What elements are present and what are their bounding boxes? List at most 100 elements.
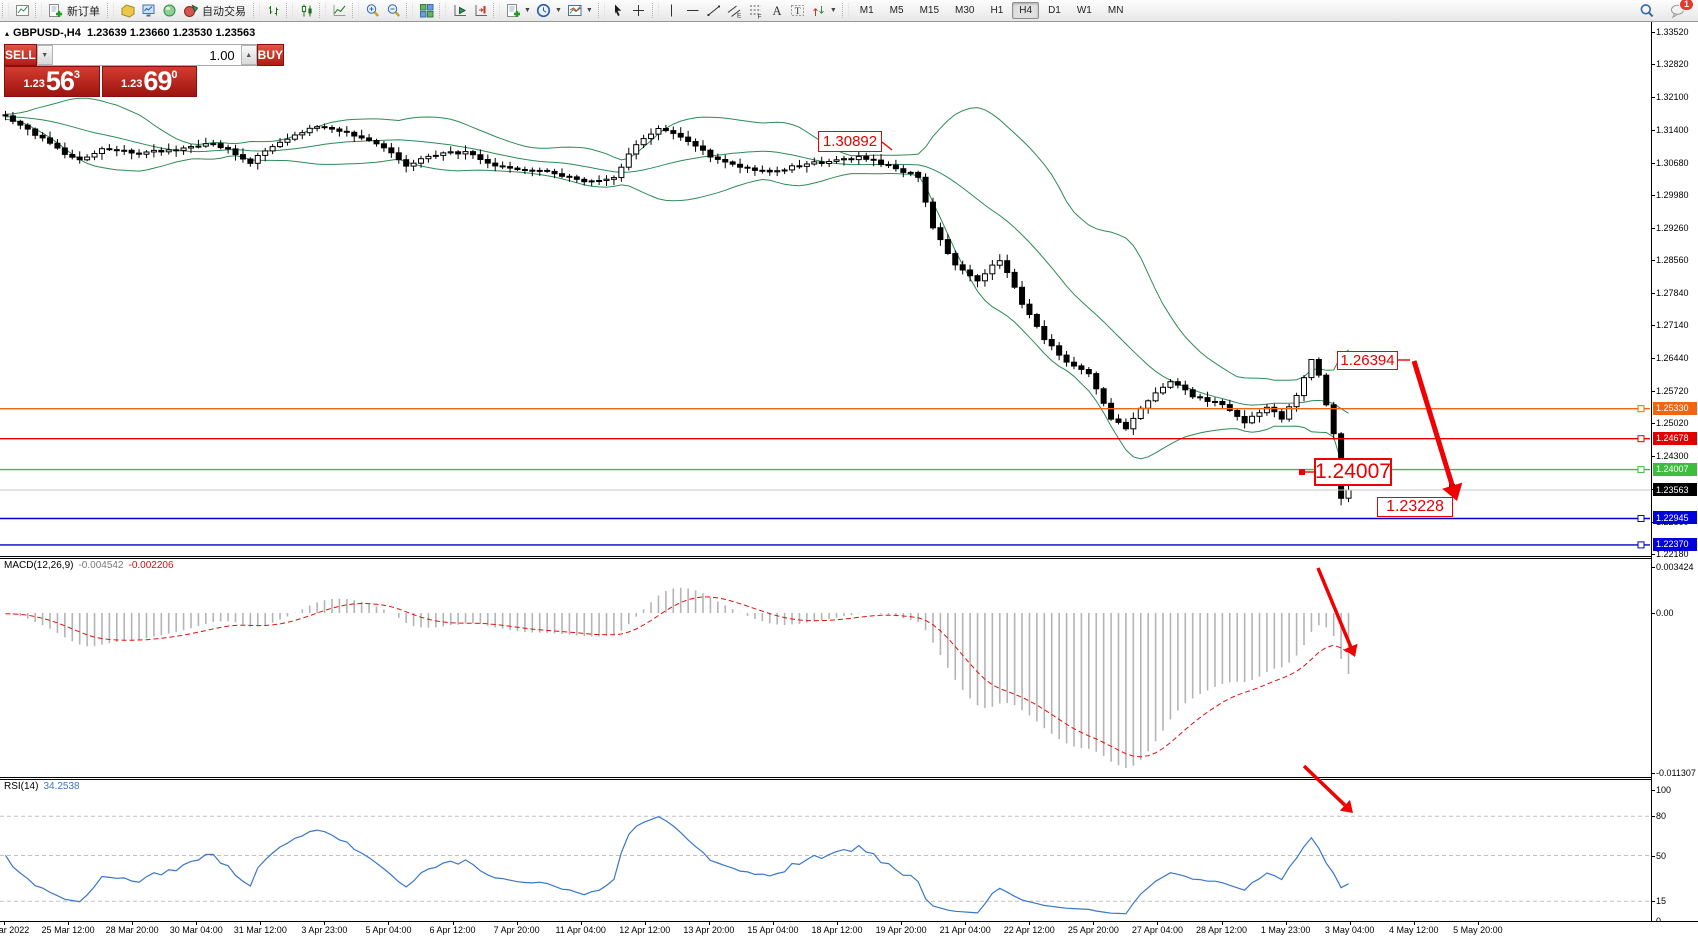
price-axis-tick: 1.27840 <box>1656 288 1689 298</box>
rsi-line <box>6 817 1349 914</box>
rsi-indicator-panel[interactable] <box>0 780 1650 921</box>
sell-price[interactable]: 1.23 56 3 <box>4 66 100 97</box>
vertical-line-icon[interactable] <box>662 1 683 20</box>
cursor-icon[interactable] <box>608 1 629 20</box>
periods-icon-dropdown-caret[interactable]: ▼ <box>555 7 562 14</box>
chat-icon[interactable]: 1 <box>1667 1 1688 20</box>
panel-separator[interactable] <box>0 777 1651 780</box>
rsi-data-window-label: RSI(14)34.2538 <box>4 781 80 792</box>
price-annotation-label[interactable]: 1.30892 <box>818 131 882 152</box>
indicators-icon[interactable] <box>503 1 524 20</box>
time-axis-label: 28 Mar 20:00 <box>106 925 159 935</box>
price-annotation-label[interactable]: 1.26394 <box>1337 351 1398 370</box>
timeframe-button-d1[interactable]: D1 <box>1041 2 1068 19</box>
auto-scroll-icon[interactable] <box>449 1 470 20</box>
text-icon[interactable]: A <box>767 1 788 20</box>
time-axis-label: 5 May 20:00 <box>1453 925 1503 935</box>
toolbar-group-grip <box>35 3 42 18</box>
toolbar-group-grip <box>842 3 849 18</box>
tile-windows-icon[interactable] <box>416 1 437 20</box>
arrows-icon-dropdown-caret[interactable]: ▼ <box>830 7 837 14</box>
buy-price-prefix: 1.23 <box>121 78 142 90</box>
time-axis-label: 24 Mar 2022 <box>0 925 29 935</box>
volume-decrease-button[interactable]: ▼ <box>37 45 53 65</box>
time-axis-label: 21 Apr 04:00 <box>940 925 991 935</box>
timeframe-button-m1[interactable]: M1 <box>853 2 881 19</box>
candlestick-chart-icon[interactable] <box>296 1 317 20</box>
timeframe-button-m5[interactable]: M5 <box>883 2 911 19</box>
toolbar-group-grip <box>253 3 260 18</box>
time-axis-label: 1 May 23:00 <box>1261 925 1311 935</box>
zoom-in-icon[interactable] <box>362 1 383 20</box>
svg-text:A: A <box>773 4 782 18</box>
sell-button[interactable]: SELL <box>4 44 37 66</box>
volume-input[interactable] <box>53 45 241 65</box>
macd-indicator-panel[interactable] <box>0 559 1650 777</box>
arrows-icon[interactable] <box>809 1 830 20</box>
time-axis-label: 28 Apr 12:00 <box>1196 925 1247 935</box>
trendline-icon[interactable] <box>704 1 725 20</box>
candles-layer <box>3 111 1351 506</box>
buy-price[interactable]: 1.23 69 0 <box>102 66 198 97</box>
price-axis-tick: 1.32100 <box>1656 92 1689 102</box>
price-annotation-label[interactable]: 1.23228 <box>1377 497 1453 517</box>
timeframe-button-h1[interactable]: H1 <box>983 2 1010 19</box>
toolbar-group-grip <box>598 3 605 18</box>
line-chart-icon[interactable] <box>329 1 350 20</box>
new-order-icon[interactable] <box>45 1 66 20</box>
equidistant-channel-icon[interactable]: E <box>725 1 746 20</box>
indicators-icon-dropdown-caret[interactable]: ▼ <box>524 7 531 14</box>
time-axis-label: 7 Apr 20:00 <box>494 925 540 935</box>
price-pointer-marker <box>1449 484 1455 490</box>
volume-increase-button[interactable]: ▲ <box>241 45 257 65</box>
time-axis-label: 22 Apr 12:00 <box>1004 925 1055 935</box>
timeframe-button-m30[interactable]: M30 <box>948 2 981 19</box>
chart-shift-icon[interactable] <box>470 1 491 20</box>
periods-icon[interactable] <box>534 1 555 20</box>
text-label-icon[interactable]: T <box>788 1 809 20</box>
price-annotation-label[interactable]: 1.24007 <box>1314 458 1392 486</box>
chart-profile-icon[interactable] <box>117 1 138 20</box>
time-axis-label: 25 Mar 12:00 <box>42 925 95 935</box>
price-axis[interactable]: 1.335201.328201.321001.314001.306801.299… <box>1652 22 1698 921</box>
rsi-title: RSI(14) <box>4 781 38 792</box>
search-icon[interactable] <box>1636 1 1657 20</box>
time-axis[interactable]: 24 Mar 202225 Mar 12:0028 Mar 20:0030 Ma… <box>0 922 1698 941</box>
svg-text:T: T <box>795 7 801 17</box>
price-axis-tick: 1.27140 <box>1656 320 1689 330</box>
price-axis-tick: 1.25020 <box>1656 418 1689 428</box>
timeframe-button-h4[interactable]: H4 <box>1012 2 1039 19</box>
crosshair-icon[interactable] <box>629 1 650 20</box>
price-level-label: 1.25330 <box>1653 402 1697 415</box>
one-click-collapse-icon[interactable]: ▴ <box>5 29 9 38</box>
price-chart-panel[interactable] <box>0 22 1650 556</box>
timeframe-button-w1[interactable]: W1 <box>1070 2 1099 19</box>
horizontal-line-icon[interactable] <box>683 1 704 20</box>
toolbar-group-grip <box>2 3 9 18</box>
buy-button[interactable]: BUY <box>257 44 284 66</box>
time-axis-label: 15 Apr 04:00 <box>747 925 798 935</box>
macd-signal-value: -0.002206 <box>129 560 174 571</box>
zoom-out-icon[interactable] <box>383 1 404 20</box>
bar-chart-icon[interactable] <box>263 1 284 20</box>
svg-text:E: E <box>737 12 742 19</box>
autotrading-icon[interactable] <box>180 1 201 20</box>
panel-separator[interactable] <box>0 556 1651 559</box>
toolbar-group-grip <box>107 3 114 18</box>
navigator-icon[interactable] <box>159 1 180 20</box>
bollinger-lower-band <box>6 119 1349 476</box>
timeframe-button-m15[interactable]: M15 <box>913 2 946 19</box>
price-level-label: 1.24678 <box>1653 432 1697 445</box>
timeframe-button-mn[interactable]: MN <box>1101 2 1131 19</box>
sell-price-main: 56 <box>46 68 74 94</box>
templates-icon[interactable] <box>565 1 586 20</box>
templates-icon-dropdown-caret[interactable]: ▼ <box>586 7 593 14</box>
time-axis-label: 5 Apr 04:00 <box>365 925 411 935</box>
chart-window-icon[interactable] <box>12 1 33 20</box>
price-axis-tick: 1.29980 <box>1656 190 1689 200</box>
fibonacci-icon[interactable]: F <box>746 1 767 20</box>
bollinger-upper-band <box>6 98 1349 380</box>
time-axis-label: 31 Mar 12:00 <box>234 925 287 935</box>
price-level-label: 1.23563 <box>1653 483 1697 496</box>
market-watch-icon[interactable] <box>138 1 159 20</box>
